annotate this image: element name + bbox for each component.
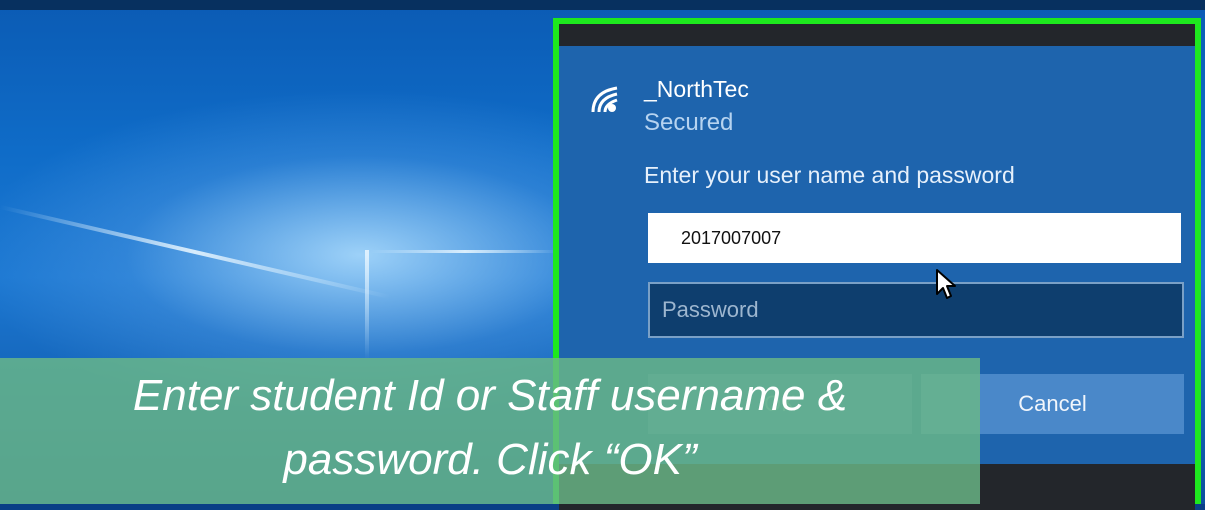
- caption-line-1: Enter student Id or Staff username &: [132, 371, 848, 420]
- flyout-title-bar: [559, 24, 1195, 46]
- network-name: _NorthTec: [644, 76, 749, 102]
- instruction-caption: Enter student Id or Staff username & pas…: [0, 358, 980, 504]
- window-top-edge: [0, 0, 1205, 10]
- mouse-cursor-icon: [936, 269, 956, 299]
- wallpaper-light-beam: [0, 205, 391, 299]
- username-input[interactable]: 2017007007: [648, 213, 1181, 263]
- caption-line-2: password. Click “OK”: [283, 435, 697, 484]
- password-input[interactable]: Password: [648, 282, 1184, 338]
- network-status: Secured: [644, 109, 734, 136]
- wifi-icon: [591, 86, 618, 113]
- credentials-prompt: Enter your user name and password: [644, 162, 1015, 188]
- wallpaper-light-beam: [370, 250, 560, 253]
- wallpaper-light-beam: [365, 250, 369, 360]
